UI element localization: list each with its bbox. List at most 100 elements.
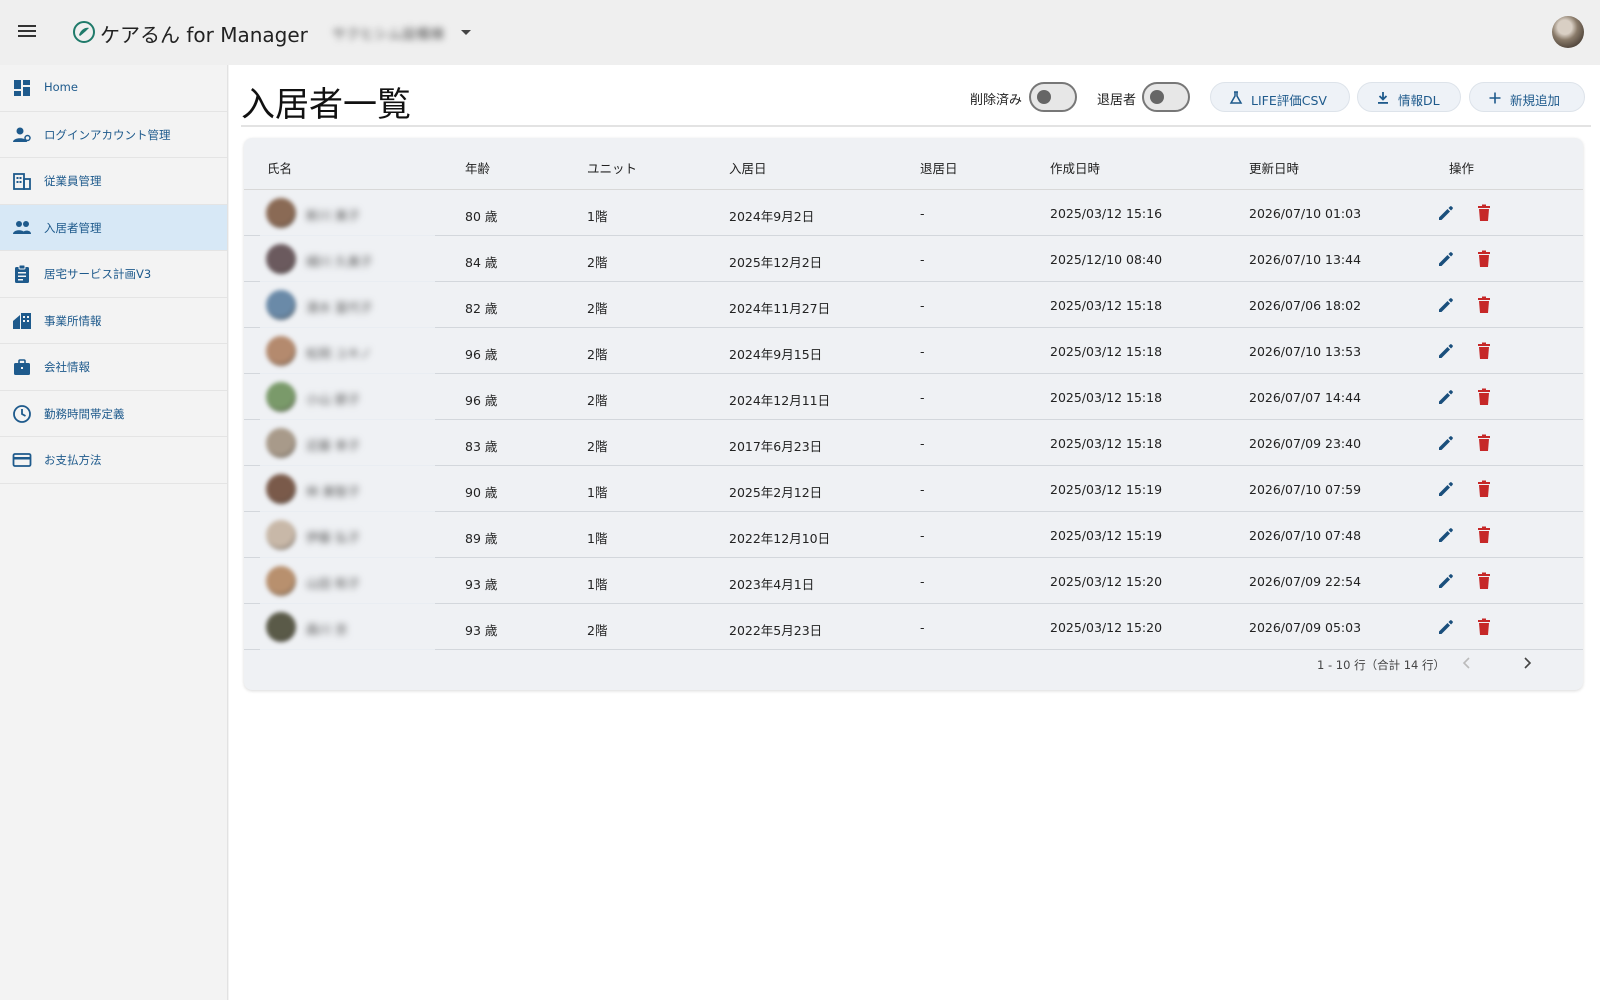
sidebar-item-login-accounts[interactable]: ログインアカウント管理 [0,112,227,158]
life-csv-button[interactable]: LIFE評価CSV [1210,82,1350,112]
table-row[interactable]: 林 美智子 90 歳 1階 2025年2月12日 - 2025/03/12 15:19 20… [244,466,1583,512]
delete-icon[interactable] [1474,433,1494,453]
cell-age: 96 歳 [465,347,498,362]
cell-age: 89 歳 [465,531,498,546]
cell-age: 83 歳 [465,439,498,454]
cell-unit: 1階 [587,577,608,592]
cell-move-in: 2025年2月12日 [729,485,823,500]
column-header-unit[interactable]: ユニット [587,158,637,177]
table-row[interactable]: 新川 美子 80 歳 1階 2024年9月2日 - 2025/03/12 15:16 202… [244,190,1583,236]
clock-icon [13,404,31,423]
user-avatar[interactable] [1552,16,1584,48]
sidebar-item-payment[interactable]: お支払方法 [0,437,227,484]
moved-out-toggle[interactable] [1142,82,1190,112]
sidebar-item-company[interactable]: 会社情報 [0,344,227,391]
table-row[interactable]: 伊藤 弘子 89 歳 1階 2022年12月10日 - 2025/03/12 15:19 2… [244,512,1583,558]
edit-icon[interactable] [1436,479,1456,499]
delete-icon[interactable] [1474,341,1494,361]
cell-move-out: - [920,344,925,359]
column-header-move-out[interactable]: 退居日 [920,158,958,177]
edit-icon[interactable] [1436,433,1456,453]
column-header-updated[interactable]: 更新日時 [1249,158,1299,177]
add-new-button-label: 新規追加 [1510,93,1561,108]
delete-icon[interactable] [1474,387,1494,407]
residents-table: 氏名 年齢 ユニット 入居日 退居日 作成日時 更新日時 操作 新川 美子 80 … [244,138,1583,690]
toggle-knob [1037,90,1051,104]
sidebar-item-home[interactable]: Home [0,65,227,112]
cell-move-out: - [920,252,925,267]
resident-avatar [266,428,296,458]
sidebar-item-residents[interactable]: 入居者管理 [0,204,227,251]
add-new-button[interactable]: 新規追加 [1469,82,1585,112]
table-row[interactable]: 松岡 ユキノ 96 歳 2階 2024年9月15日 - 2025/03/12 15:18 2… [244,328,1583,374]
edit-icon[interactable] [1436,617,1456,637]
cell-created: 2025/03/12 15:16 [1050,206,1163,221]
deleted-toggle[interactable] [1029,82,1077,112]
cell-move-in: 2024年9月2日 [729,209,815,224]
resident-avatar [266,290,296,320]
table-row[interactable]: 清水 冨代子 82 歳 2階 2024年11月27日 - 2025/03/12 15:18… [244,282,1583,328]
sidebar-item-label: お支払方法 [44,453,102,467]
table-row[interactable]: 森川 京 93 歳 2階 2022年5月23日 - 2025/03/12 15:20 202… [244,604,1583,650]
edit-icon[interactable] [1436,295,1456,315]
resident-avatar [266,198,296,228]
cell-age: 93 歳 [465,577,498,592]
table-row[interactable]: 細川 久美子 84 歳 2階 2025年12月2日 - 2025/12/10 08:40 2… [244,236,1583,282]
cell-created: 2025/03/12 15:20 [1050,574,1163,589]
cell-move-in: 2023年4月1日 [729,577,815,592]
chevron-left-icon[interactable] [1457,653,1477,673]
cell-updated: 2026/07/09 23:40 [1249,436,1362,451]
cell-unit: 2階 [587,255,608,270]
delete-icon[interactable] [1474,295,1494,315]
edit-icon[interactable] [1436,203,1456,223]
edit-icon[interactable] [1436,571,1456,591]
cell-move-in: 2024年12月11日 [729,393,831,408]
cell-updated: 2026/07/10 07:59 [1249,482,1362,497]
sidebar-item-label: Home [44,80,78,94]
delete-icon[interactable] [1474,571,1494,591]
clipboard-icon [15,264,29,283]
delete-icon[interactable] [1474,479,1494,499]
delete-icon[interactable] [1474,525,1494,545]
edit-icon[interactable] [1436,249,1456,269]
cell-updated: 2026/07/10 07:48 [1249,528,1362,543]
menu-icon[interactable] [16,22,38,42]
delete-icon[interactable] [1474,617,1494,637]
resident-avatar [266,520,296,550]
cell-age: 84 歳 [465,255,498,270]
sidebar-item-office[interactable]: 事業所情報 [0,298,227,344]
sidebar-item-work-hours[interactable]: 勤務時間帯定義 [0,391,227,437]
cell-age: 96 歳 [465,393,498,408]
delete-icon[interactable] [1474,203,1494,223]
facility-selector[interactable]: サクヒシム設備棟 [326,20,476,46]
column-header-move-in[interactable]: 入居日 [729,158,767,177]
edit-icon[interactable] [1436,341,1456,361]
page-title: 入居者一覧 [241,85,411,125]
main-content: 入居者一覧 削除済み 退居者 LIFE評価CSV 情報DL 新規追加 氏名 年齢… [229,65,1600,1000]
table-row[interactable]: 近藤 幸子 83 歳 2階 2017年6月23日 - 2025/03/12 15:18 20… [244,420,1583,466]
column-header-name[interactable]: 氏名 [267,158,292,177]
sidebar-item-employees[interactable]: 従業員管理 [0,158,227,205]
column-header-age[interactable]: 年齢 [465,158,490,177]
account-manage-icon [13,127,31,142]
pagination-info: 1 - 10 行（合計 14 行） [1317,658,1446,672]
delete-icon[interactable] [1474,249,1494,269]
cell-move-in: 2017年6月23日 [729,439,823,454]
sidebar-item-care-plan[interactable]: 居宅サービス計画V3 [0,251,227,298]
resident-name: 小山 節子 [306,392,360,407]
column-header-created[interactable]: 作成日時 [1050,158,1100,177]
info-download-button[interactable]: 情報DL [1357,82,1461,112]
cell-age: 90 歳 [465,485,498,500]
edit-icon[interactable] [1436,387,1456,407]
cell-move-out: - [920,206,925,221]
cell-unit: 2階 [587,623,608,638]
table-row[interactable]: 小山 節子 96 歳 2階 2024年12月11日 - 2025/03/12 15:18 2… [244,374,1583,420]
chevron-right-icon[interactable] [1517,653,1537,673]
table-row[interactable]: 山田 和子 93 歳 1階 2023年4月1日 - 2025/03/12 15:20 202… [244,558,1583,604]
sidebar-item-label: 従業員管理 [44,174,102,188]
caret-down-icon [461,30,471,35]
deleted-toggle-label: 削除済み [970,93,1023,108]
resident-name: 松岡 ユキノ [306,346,372,361]
cell-move-in: 2022年5月23日 [729,623,823,638]
edit-icon[interactable] [1436,525,1456,545]
